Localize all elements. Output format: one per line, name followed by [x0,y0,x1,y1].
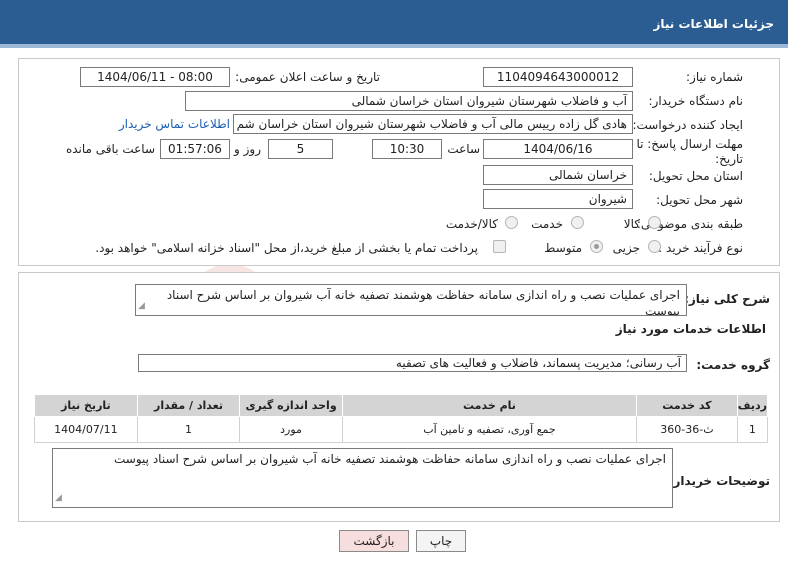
back-button[interactable]: بازگشت [339,530,409,552]
cell-code: ث-36-360 [636,416,738,443]
cell-row: 1 [736,416,769,443]
services-table: ردیف کد خدمت نام خدمت واحد اندازه گیری ت… [34,394,769,443]
city-field: شیروان [483,189,633,209]
col-code-header: کد خدمت [636,394,738,417]
resize-grip-icon[interactable]: ◢ [138,298,145,314]
cell-qty: 1 [136,416,241,443]
days-label: روز و [234,142,261,156]
remaining-time-label: ساعت باقی مانده [65,142,155,156]
service-group-label: گروه خدمت: [696,358,770,372]
service-group-field: آب رسانی؛ مدیریت پسماند، فاضلاب و فعالیت… [138,354,687,372]
creator-field: هادی گل زاده رییس مالی آب و فاضلاب شهرست… [233,114,633,134]
days-field: 5 [268,139,333,159]
resize-grip-icon[interactable]: ◢ [55,490,62,506]
table-header-row: ردیف کد خدمت نام خدمت واحد اندازه گیری ت… [34,394,769,417]
col-unit-header: واحد اندازه گیری [239,394,343,417]
province-field: خراسان شمالی [483,165,633,185]
process-label: نوع فرآیند خرید : [658,241,743,255]
announce-label: تاریخ و ساعت اعلان عمومی: [235,70,380,84]
deadline-time-label: ساعت [447,142,480,156]
need-number-label: شماره نیاز: [686,70,743,84]
category-goods-radio[interactable] [648,216,661,229]
process-medium-radio[interactable] [590,240,603,253]
summary-label: شرح کلی نیاز: [684,292,770,306]
category-goods-service-radio[interactable] [505,216,518,229]
page-title: جزئیات اطلاعات نیاز [653,17,774,31]
cell-name: جمع آوری، تصفیه و تامین آب [341,416,638,443]
creator-label: ایجاد کننده درخواست: [632,118,743,132]
need-details-panel [18,58,780,266]
buyer-notes-text: اجرای عملیات نصب و راه اندازی سامانه حفا… [114,452,666,466]
process-medium-label: متوسط [544,241,582,255]
category-service-radio[interactable] [571,216,584,229]
announce-field: 1404/06/11 - 08:00 [80,67,230,87]
table-row: 1 ث-36-360 جمع آوری، تصفیه و تامین آب مو… [34,416,769,443]
summary-textarea: اجرای عملیات نصب و راه اندازی سامانه حفا… [135,284,687,316]
print-button[interactable]: چاپ [416,530,466,552]
remaining-time-field: 01:57:06 [160,139,230,159]
col-qty-header: تعداد / مقدار [136,394,241,417]
services-section-title: اطلاعات خدمات مورد نیاز [615,322,766,336]
cell-unit: مورد [239,416,343,443]
col-name-header: نام خدمت [341,394,638,417]
process-minor-label: جزیی [612,241,640,255]
buyer-org-label: نام دستگاه خریدار: [648,94,744,108]
process-minor-radio[interactable] [648,240,661,253]
col-row-header: ردیف [736,394,769,417]
need-number-field: 1104094643000012 [483,67,633,87]
contact-info-link[interactable]: اطلاعات تماس خریدار [119,117,230,131]
summary-text: اجرای عملیات نصب و راه اندازی سامانه حفا… [166,288,680,316]
city-label: شهر محل تحویل: [656,193,743,207]
buyer-notes-textarea: اجرای عملیات نصب و راه اندازی سامانه حفا… [52,448,673,508]
deadline-label: مهلت ارسال پاسخ: تا [636,137,743,151]
treasury-payment-note: پرداخت تمام یا بخشی از مبلغ خرید،از محل … [95,241,478,255]
buyer-notes-label: توضیحات خریدار: [668,474,770,488]
deadline-time-field: 10:30 [372,139,442,159]
province-label: استان محل تحویل: [648,169,743,183]
category-service-label: خدمت [531,217,563,231]
category-goods-service-label: کالا/خدمت [445,217,498,231]
category-goods-label: کالا [623,217,640,231]
buyer-org-field: آب و فاضلاب شهرستان شیروان استان خراسان … [185,91,633,111]
col-date-header: تاریخ نیاز [34,394,138,417]
cell-date: 1404/07/11 [34,416,138,443]
deadline-date-field: 1404/06/16 [483,139,633,159]
deadline-date-label: تاریخ: [715,152,743,166]
treasury-payment-checkbox[interactable] [493,240,506,253]
